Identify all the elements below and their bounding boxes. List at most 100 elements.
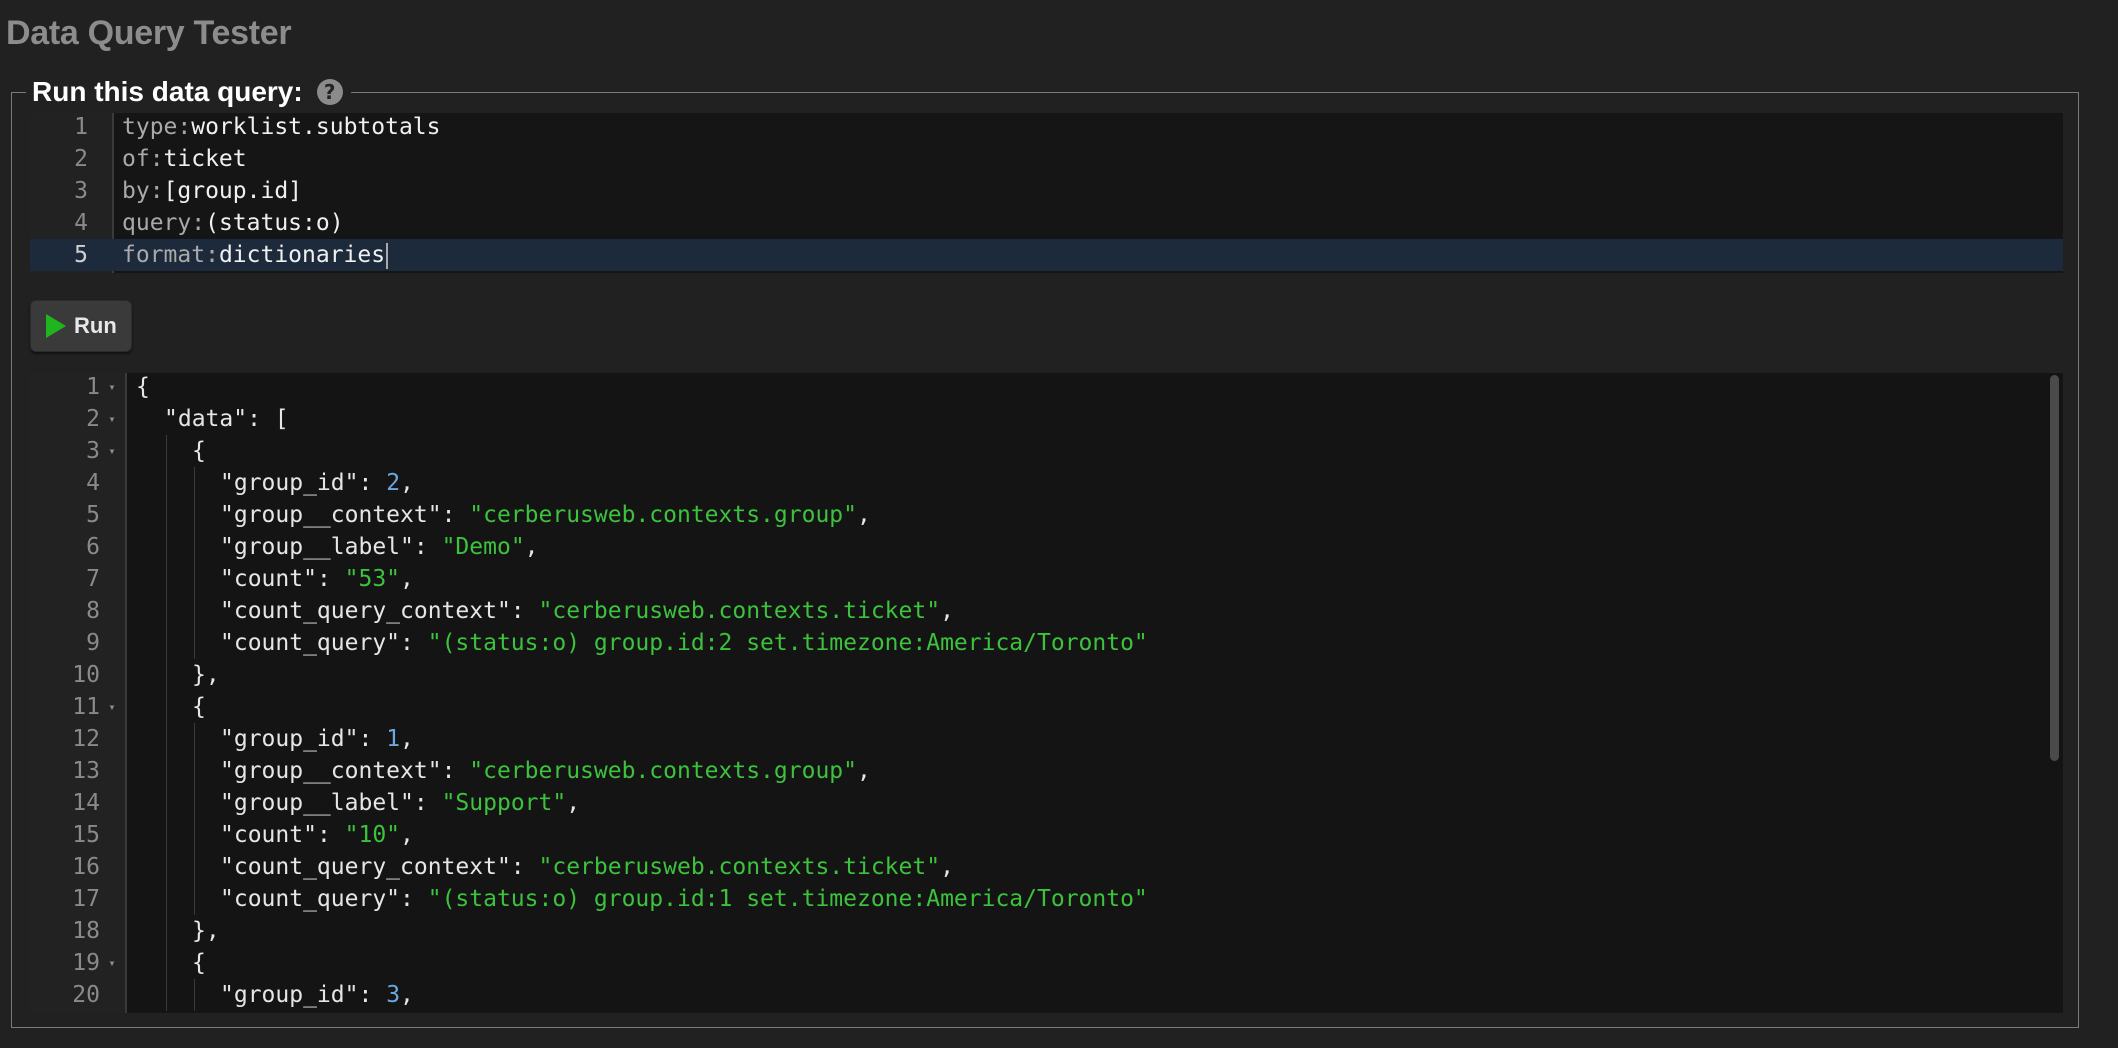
result-editor[interactable]: 1 ▾{2 ▾ "data": [3 ▾{4 "group_id": 2, 5 "group_… xyxy=(30,373,2063,1013)
run-button[interactable]: Run xyxy=(30,300,132,352)
json-string: "Support" xyxy=(441,790,567,816)
line-number: 4 xyxy=(74,210,88,236)
json-punctuation: { xyxy=(136,374,150,400)
fold-toggle-icon[interactable]: ▾ xyxy=(106,435,118,467)
json-punctuation: : xyxy=(441,758,470,784)
result-line: 17 "count_query": "(status:o) group.id:1 … xyxy=(30,883,2063,915)
panel-legend-label: Run this data query: xyxy=(32,76,303,107)
line-number: 9 xyxy=(86,630,100,656)
query-key: by: xyxy=(122,178,164,204)
json-key: "data" xyxy=(164,406,248,432)
indent-guide xyxy=(166,659,167,691)
indent-guide xyxy=(194,563,195,595)
indent-guide xyxy=(166,787,167,819)
json-string: "cerberusweb.contexts.ticket" xyxy=(538,598,941,624)
text-cursor xyxy=(386,242,389,269)
indent-guide xyxy=(166,915,167,947)
json-punctuation: : xyxy=(316,566,345,592)
result-line: 16 "count_query_context": "cerberusweb.co… xyxy=(30,851,2063,883)
indent-guide xyxy=(194,979,195,1011)
result-line-code: { xyxy=(136,373,150,403)
line-number: 2 xyxy=(74,146,88,172)
json-punctuation: , xyxy=(857,758,871,784)
run-button-label: Run xyxy=(74,313,117,338)
result-line: 7 "count": "53", xyxy=(30,563,2063,595)
indent-guide xyxy=(166,723,167,755)
query-editor[interactable]: 1 type:worklist.subtotals 2 of:ticket 3 by:[g… xyxy=(30,113,2063,273)
line-number: 16 xyxy=(72,854,100,880)
indent-guide xyxy=(194,755,195,787)
line-number: 10 xyxy=(72,662,100,688)
question-circle-icon[interactable]: ? xyxy=(316,79,343,105)
json-punctuation: , xyxy=(400,726,414,752)
result-line-code: "group_id": 2, xyxy=(220,467,414,499)
line-number: 4 xyxy=(86,470,100,496)
result-line: 19 ▾ { xyxy=(30,947,2063,979)
query-line[interactable]: 3 by:[group.id] xyxy=(30,175,2063,207)
query-line[interactable]: 1 type:worklist.subtotals xyxy=(30,113,2063,143)
json-punctuation: , xyxy=(524,534,539,560)
json-punctuation: , xyxy=(940,598,954,624)
fold-toggle-icon[interactable]: ▾ xyxy=(106,947,118,979)
fold-toggle-icon[interactable]: ▾ xyxy=(106,403,118,435)
json-key: "count" xyxy=(220,566,317,592)
indent-guide xyxy=(166,435,167,467)
json-string: "(status:o) group.id:1 set.timezone:Amer… xyxy=(427,886,1148,912)
result-line-code: "count_query_context": "cerberusweb.cont… xyxy=(220,851,954,883)
query-line[interactable]: 4 query:(status:o) xyxy=(30,207,2063,239)
json-string: "53" xyxy=(344,566,401,592)
query-key: format: xyxy=(122,242,219,268)
query-line-code: of:ticket xyxy=(122,143,247,175)
result-line-code: "count_query": "(status:o) group.id:1 se… xyxy=(220,883,1148,915)
json-punctuation: : xyxy=(400,886,428,912)
panel-legend: Run this data query: ? xyxy=(26,76,351,108)
line-number: 14 xyxy=(72,790,100,816)
indent-guide xyxy=(194,787,195,819)
line-number: 11 xyxy=(72,694,100,720)
line-number: 1 xyxy=(74,114,88,140)
json-punctuation: , xyxy=(400,822,414,848)
indent-guide xyxy=(194,723,195,755)
line-number: 1 xyxy=(86,374,100,400)
json-punctuation: : xyxy=(413,790,442,816)
json-string: "cerberusweb.contexts.group" xyxy=(469,502,857,528)
json-punctuation: , xyxy=(400,470,414,496)
line-number: 13 xyxy=(72,758,100,784)
result-line: 6 "group__label": "Demo", xyxy=(30,531,2063,563)
line-number: 18 xyxy=(72,918,100,944)
line-number: 3 xyxy=(86,438,100,464)
indent-guide xyxy=(166,755,167,787)
indent-guide xyxy=(166,691,167,723)
json-key: "count" xyxy=(220,822,317,848)
json-number: 2 xyxy=(386,470,401,496)
indent-guide xyxy=(194,531,195,563)
result-line-code: "count_query_context": "cerberusweb.cont… xyxy=(220,595,954,627)
indent-guide xyxy=(194,467,195,499)
indent-guide xyxy=(166,595,167,627)
query-line[interactable]: 2 of:ticket xyxy=(30,143,2063,175)
result-line-code: { xyxy=(192,691,206,723)
result-line-code: "group__context": "cerberusweb.contexts.… xyxy=(220,755,871,787)
indent-guide xyxy=(194,851,195,883)
json-punctuation: , xyxy=(566,790,581,816)
result-line-code: }, xyxy=(192,915,220,947)
line-number: 20 xyxy=(72,982,100,1008)
indent-guide xyxy=(166,531,167,563)
query-line[interactable]: 5 format:dictionaries xyxy=(30,239,2063,271)
query-line-code: type:worklist.subtotals xyxy=(122,113,441,143)
result-line: 20 "group_id": 3, xyxy=(30,979,2063,1011)
indent-guide xyxy=(194,627,195,659)
line-number: 5 xyxy=(74,242,88,268)
json-string: "(status:o) group.id:2 set.timezone:Amer… xyxy=(427,630,1148,656)
indent-guide xyxy=(194,819,195,851)
fold-toggle-icon[interactable]: ▾ xyxy=(106,373,118,403)
result-line: 10}, xyxy=(30,659,2063,691)
json-punctuation: : xyxy=(413,534,442,560)
json-number: 3 xyxy=(386,982,401,1008)
indent-guide xyxy=(194,595,195,627)
fold-toggle-icon[interactable]: ▾ xyxy=(106,691,118,723)
json-punctuation: }, xyxy=(192,918,220,944)
json-punctuation: { xyxy=(192,438,206,464)
json-key: "count_query" xyxy=(220,886,401,912)
json-punctuation: : xyxy=(441,502,470,528)
